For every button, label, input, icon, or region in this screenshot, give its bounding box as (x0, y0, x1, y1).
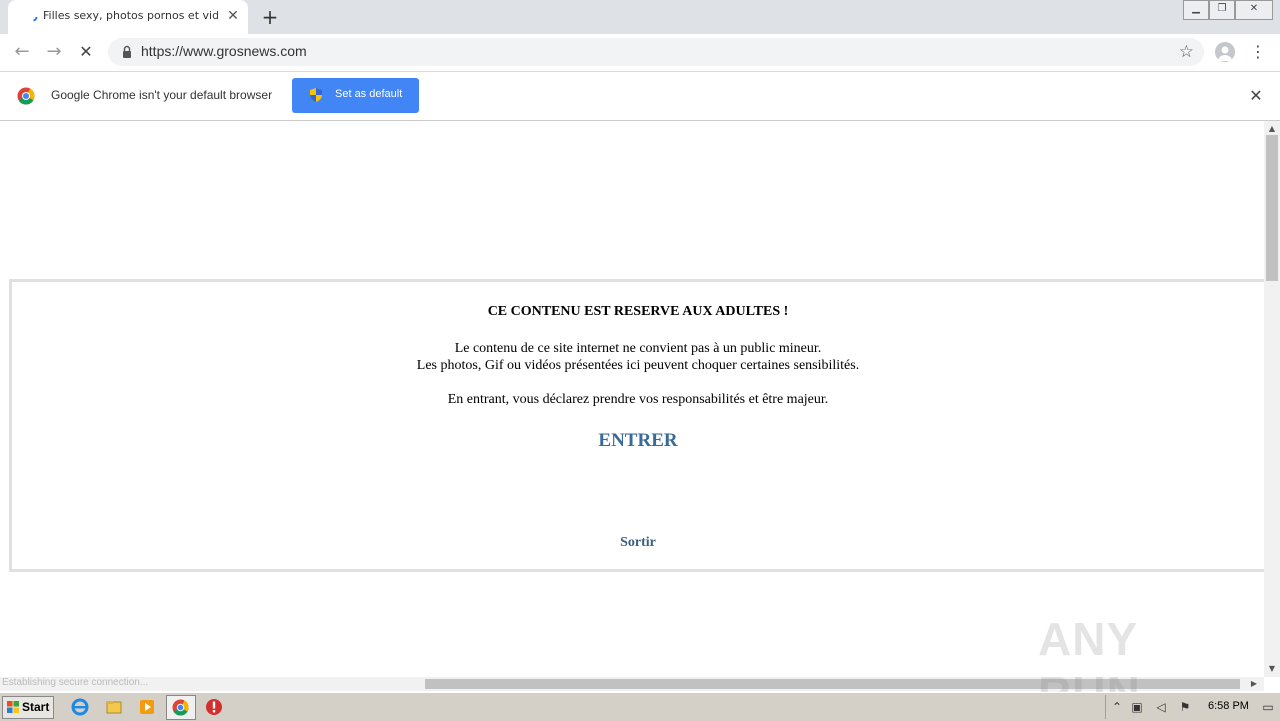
infobar-close-icon[interactable]: ✕ (1246, 86, 1266, 106)
forward-arrow-icon[interactable]: → (42, 40, 66, 64)
windows-flag-icon (7, 701, 19, 713)
taskbar-clock[interactable]: 6:58 PM (1208, 700, 1249, 712)
anyrun-watermark: ANY RUN (1038, 613, 1140, 719)
age-warning-panel: CE CONTENU EST RESERVE AUX ADULTES ! Le … (9, 279, 1267, 572)
show-desktop-icon[interactable]: ▭ (1261, 700, 1275, 714)
minimize-button[interactable]: ▁ (1183, 0, 1209, 20)
loading-spinner-icon (28, 12, 38, 22)
set-as-default-button[interactable]: Set as default (292, 78, 419, 113)
vertical-scroll-thumb[interactable] (1266, 135, 1278, 281)
lock-icon (123, 45, 131, 58)
warning-text-line-1: Le contenu de ce site internet ne convie… (454, 341, 822, 356)
tab-title: Filles sexy, photos pornos et vidéos (43, 9, 218, 22)
system-tray: ⌃ ▣ ◁ ⚑ ▭ (1105, 695, 1280, 719)
title-bar: Filles sexy, photos pornos et vidéos ✕ +… (0, 0, 1280, 34)
vertical-scrollbar[interactable]: ▲ ▼ (1264, 121, 1280, 677)
exit-link[interactable]: Sortir (12, 535, 1264, 551)
menu-kebab-icon[interactable]: ⋮ (1250, 42, 1266, 62)
warning-heading: CE CONTENU EST RESERVE AUX ADULTES ! (487, 304, 789, 319)
default-browser-infobar: Google Chrome isn't your default browser… (0, 72, 1280, 121)
profile-avatar-icon[interactable] (1215, 42, 1235, 62)
file-explorer-icon[interactable] (105, 698, 123, 716)
warning-text-line-2: Les photos, Gif ou vidéos présentées ici… (416, 358, 860, 373)
address-bar[interactable]: https://www.grosnews.com ☆ (108, 38, 1204, 66)
uac-shield-icon (310, 88, 322, 102)
start-label: Start (22, 700, 50, 714)
back-arrow-icon[interactable]: ← (10, 40, 34, 64)
restore-button[interactable]: ❐ (1209, 0, 1235, 20)
url-text[interactable]: https://www.grosnews.com (141, 43, 307, 59)
set-as-default-label: Set as default (335, 88, 403, 100)
media-player-icon[interactable] (138, 698, 156, 716)
stop-loading-icon[interactable]: ✕ (74, 40, 98, 64)
network-icon[interactable]: ▣ (1130, 700, 1144, 714)
enter-link[interactable]: ENTRER (12, 430, 1264, 452)
windows-taskbar: Start ⌃ ▣ ◁ ⚑ ▭ 6:58 PM (0, 692, 1280, 721)
browser-tab[interactable]: Filles sexy, photos pornos et vidéos ✕ (8, 0, 248, 34)
close-window-button[interactable]: ✕ (1235, 0, 1273, 20)
infobar-message: Google Chrome isn't your default browser (51, 88, 273, 102)
new-tab-button[interactable]: + (259, 6, 281, 28)
status-bubble: Establishing secure connection... (2, 677, 149, 688)
bookmark-star-icon[interactable]: ☆ (1179, 42, 1194, 62)
chrome-taskbar-button[interactable] (166, 695, 196, 720)
scroll-right-arrow-icon[interactable]: ▶ (1248, 677, 1260, 691)
scroll-up-arrow-icon[interactable]: ▲ (1264, 123, 1280, 135)
stop-sign-icon[interactable] (205, 698, 223, 716)
tray-expand-icon[interactable]: ⌃ (1110, 700, 1124, 714)
chrome-taskbar-icon (172, 699, 189, 716)
internet-explorer-icon[interactable] (71, 698, 89, 716)
tab-close-icon[interactable]: ✕ (224, 7, 242, 25)
volume-icon[interactable]: ◁ (1154, 700, 1168, 714)
chrome-logo-icon (17, 87, 35, 105)
action-center-flag-icon[interactable]: ⚑ (1178, 700, 1192, 714)
browser-toolbar: ← → ✕ https://www.grosnews.com ☆ ⋮ (0, 34, 1280, 72)
scroll-down-arrow-icon[interactable]: ▼ (1264, 663, 1280, 675)
warning-text-line-3: En entrant, vous déclarez prendre vos re… (447, 392, 829, 407)
start-button[interactable]: Start (2, 696, 54, 719)
page-content: CE CONTENU EST RESERVE AUX ADULTES ! Le … (0, 121, 1267, 677)
